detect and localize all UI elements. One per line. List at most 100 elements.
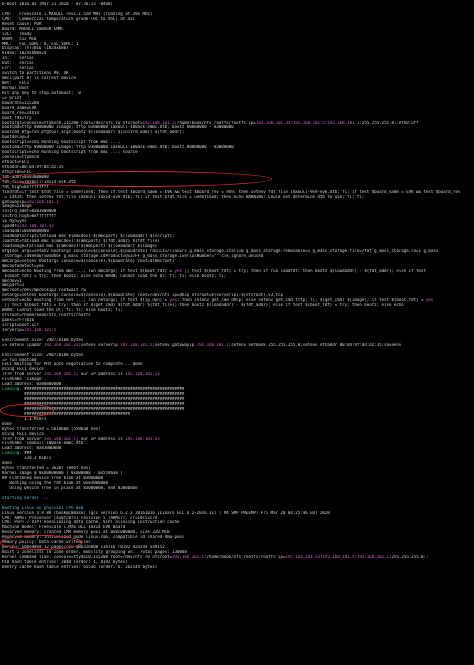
ip-address-text: 192.168.101.33 <box>43 342 79 347</box>
terminal-text: Load address: 0x80800000 <box>2 382 62 387</box>
terminal-text: Using FEC1 device <box>2 431 44 436</box>
terminal-text: done <box>2 461 12 466</box>
terminal-text: board_rev=14X14 <box>2 110 39 115</box>
terminal-text: mmc1(part 0) is current device <box>2 76 76 81</box>
terminal-text: initrd_addr=0x83800000 <box>2 209 57 214</box>
ip-address-text: yes <box>169 298 178 303</box>
terminal-text: image=zImage <box>2 204 32 209</box>
terminal-text: gatewayip= <box>2 199 27 204</box>
terminal-text: Machine model: Freescale i.MX6 ULL 14x14… <box>2 525 126 530</box>
terminal-text: ### <box>24 451 32 456</box>
terminal-text: board_name=EVK <box>2 105 37 110</box>
terminal-text: ;setenv serverip <box>78 342 121 347</box>
terminal-text: fdt_addr=0x83000000 <box>2 174 49 179</box>
terminal-text: => setenv ipaddr <box>2 342 44 347</box>
terminal-text: percpu: Embedded 12 pages/cpu @8b32b000 … <box>2 545 165 550</box>
terminal-text: Err: serial <box>2 66 35 71</box>
terminal-text: Loading: <box>2 387 25 392</box>
terminal-line: Dentry cache hash table entries: 65536 (… <box>2 565 472 570</box>
terminal-text: Loading: <box>2 451 25 456</box>
terminal-text: Reserved memory: initialized node linux,… <box>2 535 185 540</box>
terminal-text: mmcpart=1 <box>2 283 25 288</box>
terminal-text: ipaddr= <box>2 224 20 229</box>
terminal-text: I2C: ready <box>2 31 32 36</box>
terminal-text: bootdelay=3 <box>2 135 30 140</box>
terminal-text: PID hash table entries: 2048 (order: 1, … <box>2 559 128 564</box>
terminal-text: ########################################… <box>2 406 185 411</box>
terminal-text: loadbootscript=fatload mmc ${mmcdev}:${m… <box>2 234 175 239</box>
terminal-text: _storage.idVendor=0x066F g_mass_storage.… <box>2 253 264 258</box>
terminal-text: :/home/book/nfs_rootfs/rootfs ip= <box>174 120 256 125</box>
terminal-text: Dentry cache hash table entries: 65536 (… <box>2 564 158 569</box>
terminal-text: Display: TFT7016 (1024x600) <box>2 46 69 51</box>
terminal-text: MMC: FSL_SDHC: 0, FSL_SDHC: 1 <box>2 41 79 46</box>
terminal-text: Bytes transferred = 36207 (8d6f hex) <box>2 466 91 471</box>
terminal-text: ########################################… <box>2 401 185 406</box>
terminal-text: findfdt=if test $fdt_file = undefined; t… <box>2 189 461 194</box>
ip-address-text: yes <box>425 298 434 303</box>
ip-address-text: 192.168.101.33 <box>255 120 291 125</box>
terminal-text: switch to partitions #0, OK <box>2 71 69 76</box>
ip-address-text: 192.168.101.33 <box>125 436 160 441</box>
terminal-text: netargs=setenv bootargs console=${consol… <box>2 293 283 298</box>
terminal-text: Board: MX6ULL 100ASK EMMC <box>2 26 64 31</box>
terminal-text: DRAM: 512 MiB <box>2 36 37 41</box>
terminal-text: Using FEC1 device <box>2 367 44 372</box>
terminal-text: U-Boot 2016.03 (Mar 21 2020 - 07:36:13 -… <box>2 2 113 6</box>
terminal-text: mmcroot=/dev/mmcblk1p2 rootwait rw <box>2 288 86 293</box>
terminal-text: :255.255.255.0::eth0:off <box>359 120 419 125</box>
terminal-text: bootscript=echo Running bootscript from … <box>2 150 138 155</box>
terminal-text: ########################################… <box>24 387 185 392</box>
terminal-text: TFTP from server <box>2 372 44 377</box>
ip-address-text: 192.168.101.5 <box>322 555 355 559</box>
terminal-text: Video: 1024x600x24 <box>2 51 47 56</box>
terminal-text: || test ${boot_fdt} = try; then if run l… <box>181 268 426 273</box>
terminal-text: Booting using the fdt blob at 0x83000000 <box>2 480 108 485</box>
ip-address-text: yes <box>174 268 182 273</box>
terminal-text: WARN: Cannot load the DT; fi; fi; else b… <box>2 308 123 313</box>
terminal-text: => print <box>2 95 22 100</box>
terminal-text: ; then setenv get_cmd dhcp; else setenv … <box>177 298 426 303</box>
terminal-text: Hit any key to stop autoboot: 0 <box>2 90 81 95</box>
ip-address-text: 192.168.101.5 <box>43 436 76 441</box>
terminal-text: Filename 'zImage'. <box>2 377 47 382</box>
ip-address-text: 192.168.101.1 <box>327 120 360 125</box>
terminal-text: In: serial <box>2 56 35 61</box>
terminal-text: Kernel command line: console=ttymxc0,115… <box>2 555 173 559</box>
terminal-text: baudrate=115200 <box>2 100 39 105</box>
terminal-text: ## Flattened Device Tree blob at 8300000… <box>2 476 104 480</box>
terminal-text: initrd_high=0xffffffff <box>2 214 57 219</box>
terminal-text: serverip= <box>2 327 25 332</box>
terminal-text: || test ${boot_fdt} = try; then if ${get… <box>2 303 404 308</box>
terminal-text: panel=TFT7016 <box>2 318 35 322</box>
ip-address-text: 192.168.101.5 <box>292 120 325 125</box>
terminal-text: Bytes transferred = 5610600 (559ba8 hex) <box>2 426 101 431</box>
ip-address-text: 192.168.101.1 <box>196 342 229 347</box>
terminal-text: console=ttymxc0 <box>2 155 39 160</box>
ip-address-text: 192.168.101.5 <box>142 120 175 125</box>
terminal-text: CPU: Freescale i.MX6ULL rev1.1 528 MHz (… <box>2 11 153 16</box>
terminal-text: script=boot.scr <box>2 322 39 327</box>
terminal-text: ethaddr=00:04:9f:04:d2:35 <box>2 164 64 169</box>
terminal-text: Environment size: 2987/8188 bytes <box>2 352 84 357</box>
terminal-text: mfgtool_args=setenv bootargs console=${c… <box>2 248 439 253</box>
terminal-text: Memory policy: Data cache writealloc <box>2 540 91 545</box>
ip-address-text: 192.168.101.33 <box>125 372 160 377</box>
terminal-text: fdt_high=0xffffffff <box>2 184 49 189</box>
terminal-text: ; our IP address is <box>75 436 126 441</box>
terminal-text: Net: FEC1 <box>2 81 30 85</box>
terminal-text: :/home/book/nfs_rootfs/rootfs ip= <box>204 555 286 559</box>
ip-address-text: 192.168.101.33 <box>285 555 320 559</box>
terminal-text: boot_fdt=try <box>2 115 32 120</box>
terminal-text: 320.3 KiB/s <box>2 456 52 461</box>
terminal-text: mmcautodetect=yes <box>2 263 44 268</box>
ip-address-text: 192.168.101.33 <box>19 224 54 229</box>
terminal-output[interactable]: U-Boot 2016.03 (Mar 21 2020 - 07:36:13 -… <box>2 2 472 663</box>
terminal-text: ;setenv netmask 255.255.255.0;setenv eth… <box>228 342 402 347</box>
terminal-text: ethact=FEC1 <box>2 160 30 164</box>
terminal-text: Environment size: 2987/8188 bytes <box>2 337 84 342</box>
terminal-text: ${boot_fdt} = try; then bootz; else echo… <box>2 273 227 278</box>
terminal-text: FEC1 Waiting for PHY auto negotiation to… <box>2 362 143 367</box>
terminal-text: = 14X14; then setenv fdt_file imx6ull-14… <box>2 194 365 199</box>
terminal-text: bootscript=echo Running bootscript from … <box>2 140 121 145</box>
